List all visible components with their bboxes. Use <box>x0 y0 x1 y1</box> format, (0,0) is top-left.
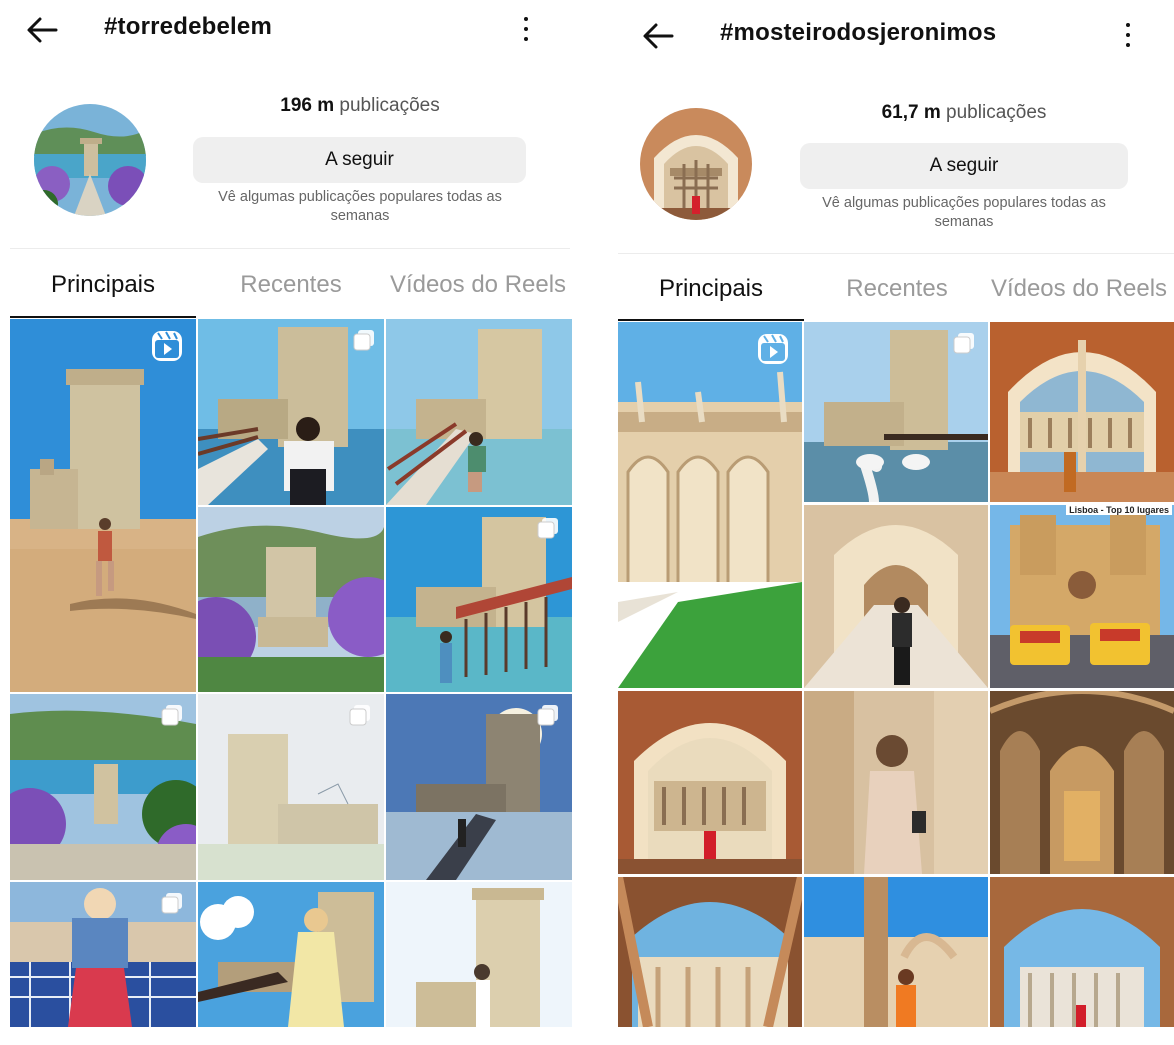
grid-item[interactable] <box>386 694 572 880</box>
arrow-left-icon[interactable] <box>638 16 678 56</box>
grid-item[interactable] <box>10 694 196 880</box>
grid-item[interactable] <box>386 507 572 692</box>
tab-recentes[interactable]: Recentes <box>804 275 990 303</box>
divider <box>618 253 1174 254</box>
posts-count-number: 61,7 m <box>881 102 941 123</box>
tab-principais[interactable]: Principais <box>618 275 804 303</box>
tile-caption: Lisboa - Top 10 lugares <box>1066 505 1172 515</box>
multiple-photos-icon <box>353 330 374 351</box>
grid-item[interactable] <box>804 505 988 688</box>
grid-item[interactable] <box>198 882 384 1027</box>
divider <box>10 248 570 249</box>
right-hashtag-page: #mosteirodosjeronimos 61,7 m publicações… <box>600 0 1174 1045</box>
active-tab-indicator <box>618 319 804 321</box>
grid-item[interactable] <box>198 507 384 692</box>
multiple-photos-icon <box>161 893 182 914</box>
multiple-photos-icon <box>349 705 370 726</box>
reels-icon <box>152 331 182 361</box>
grid-item[interactable] <box>10 882 196 1027</box>
multiple-photos-icon <box>537 518 558 539</box>
grid-item[interactable] <box>990 691 1174 874</box>
header: #torredebelem <box>0 0 580 60</box>
grid-item-reel[interactable] <box>10 319 196 692</box>
grid-item[interactable] <box>198 319 384 505</box>
multiple-photos-icon <box>953 333 974 354</box>
follow-button[interactable]: A seguir <box>193 137 526 183</box>
arrow-left-icon[interactable] <box>22 10 62 50</box>
grid-item[interactable] <box>804 322 988 502</box>
tab-recentes[interactable]: Recentes <box>198 271 384 299</box>
grid-item[interactable] <box>618 877 802 1027</box>
follow-hint: Vê algumas publicações populares todas a… <box>218 189 502 224</box>
grid-item[interactable] <box>804 691 988 874</box>
grid-item[interactable] <box>990 877 1174 1027</box>
avatar <box>640 108 752 220</box>
header: #mosteirodosjeronimos <box>600 6 1174 66</box>
follow-button[interactable]: A seguir <box>800 143 1128 189</box>
grid-item[interactable]: Lisboa - Top 10 lugares <box>990 505 1174 688</box>
tab-reels[interactable]: Vídeos do Reels <box>378 271 578 299</box>
follow-hint: Vê algumas publicações populares todas a… <box>822 195 1106 230</box>
posts-count: 196 m publicações <box>194 95 526 117</box>
active-tab-indicator <box>10 316 196 318</box>
grid-item[interactable] <box>990 322 1174 502</box>
grid-item[interactable] <box>804 877 988 1027</box>
posts-count-number: 196 m <box>280 95 335 116</box>
tab-principais[interactable]: Principais <box>10 271 196 299</box>
page-title: #torredebelem <box>104 13 272 40</box>
posts-count: 61,7 m publicações <box>800 102 1128 124</box>
grid-item[interactable] <box>198 694 384 880</box>
page-title: #mosteirodosjeronimos <box>720 19 997 46</box>
multiple-photos-icon <box>537 705 558 726</box>
reels-icon <box>758 334 788 364</box>
grid-item[interactable] <box>386 319 572 505</box>
more-vertical-icon[interactable] <box>1116 15 1140 55</box>
posts-count-word: publicações <box>946 102 1047 123</box>
grid-item[interactable] <box>386 882 572 1027</box>
posts-count-word: publicações <box>339 95 440 116</box>
multiple-photos-icon <box>161 705 182 726</box>
more-vertical-icon[interactable] <box>514 9 538 49</box>
grid-item-reel[interactable] <box>618 322 802 688</box>
avatar <box>34 104 146 216</box>
tab-reels[interactable]: Vídeos do Reels <box>984 275 1174 303</box>
left-hashtag-page: #torredebelem 196 m publicações A seguir… <box>0 0 580 1045</box>
grid-item[interactable] <box>618 691 802 874</box>
